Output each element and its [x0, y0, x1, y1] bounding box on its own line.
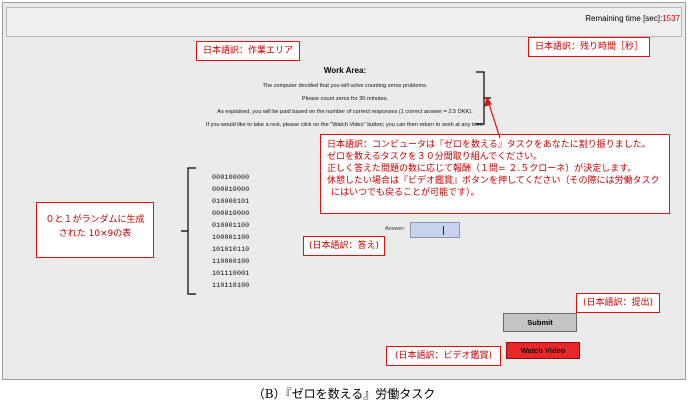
- figure-caption: （B）『ゼロを数える』労働タスク: [252, 387, 436, 401]
- bracket-table: [181, 167, 196, 295]
- arrow-instructions-head: [484, 96, 492, 107]
- annotation-brackets: [181, 71, 501, 295]
- arrow-instructions: [487, 100, 501, 139]
- bracket-instructions: [476, 71, 491, 125]
